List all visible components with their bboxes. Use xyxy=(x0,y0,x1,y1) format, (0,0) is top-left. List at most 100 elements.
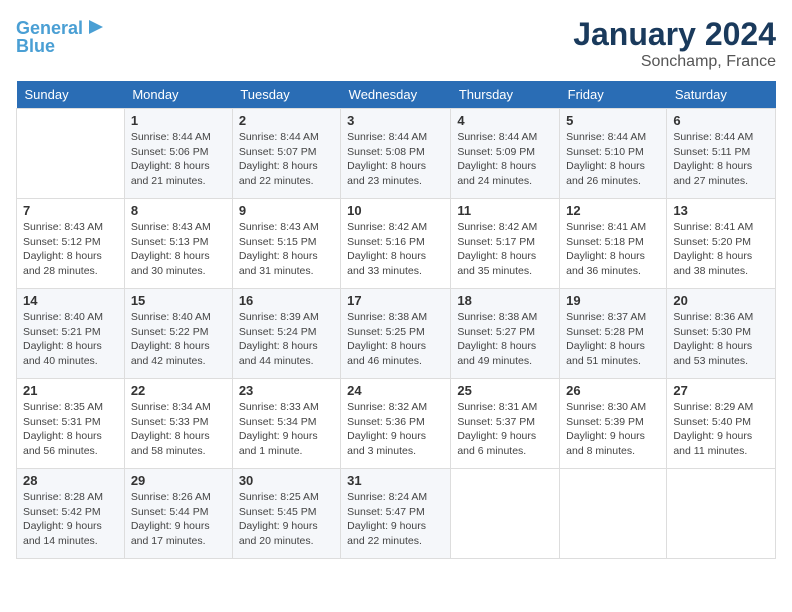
calendar-cell: 10 Sunrise: 8:42 AMSunset: 5:16 PMDayligh… xyxy=(341,199,451,289)
day-number: 31 xyxy=(347,473,444,488)
day-number: 7 xyxy=(23,203,118,218)
calendar-cell: 15 Sunrise: 8:40 AMSunset: 5:22 PMDayligh… xyxy=(124,289,232,379)
day-info: Sunrise: 8:44 AMSunset: 5:07 PMDaylight:… xyxy=(239,130,334,189)
column-header-tuesday: Tuesday xyxy=(232,81,340,109)
calendar-cell: 21 Sunrise: 8:35 AMSunset: 5:31 PMDayligh… xyxy=(17,379,125,469)
calendar-cell: 7Sunrise: 8:43 AMSunset: 5:12 PMDaylight… xyxy=(17,199,125,289)
day-number: 4 xyxy=(457,113,553,128)
logo: General Blue xyxy=(16,16,105,57)
calendar-cell xyxy=(451,469,560,559)
column-header-friday: Friday xyxy=(560,81,667,109)
calendar-cell: 14 Sunrise: 8:40 AMSunset: 5:21 PMDayligh… xyxy=(17,289,125,379)
calendar-cell xyxy=(17,109,125,199)
calendar-cell: 27Sunrise: 8:29 AMSunset: 5:40 PMDayligh… xyxy=(667,379,776,469)
day-info: Sunrise: 8:39 AMSunset: 5:24 PMDaylight:… xyxy=(239,310,334,369)
calendar-cell: 28 Sunrise: 8:28 AMSunset: 5:42 PMDayligh… xyxy=(17,469,125,559)
day-number: 29 xyxy=(131,473,226,488)
title-block: January 2024 Sonchamp, France xyxy=(573,16,776,71)
day-number: 13 xyxy=(673,203,769,218)
calendar-cell: 5Sunrise: 8:44 AMSunset: 5:10 PMDaylight… xyxy=(560,109,667,199)
day-info: Sunrise: 8:34 AMSunset: 5:33 PMDaylight:… xyxy=(131,400,226,459)
day-info: Sunrise: 8:44 AMSunset: 5:09 PMDaylight:… xyxy=(457,130,553,189)
calendar-cell: 2 Sunrise: 8:44 AMSunset: 5:07 PMDaylight… xyxy=(232,109,340,199)
day-info: Sunrise: 8:24 AMSunset: 5:47 PMDaylight:… xyxy=(347,490,444,549)
calendar-cell: 3Sunrise: 8:44 AMSunset: 5:08 PMDaylight… xyxy=(341,109,451,199)
column-header-thursday: Thursday xyxy=(451,81,560,109)
calendar-week-row: 14 Sunrise: 8:40 AMSunset: 5:21 PMDayligh… xyxy=(17,289,776,379)
calendar-cell: 25Sunrise: 8:31 AMSunset: 5:37 PMDayligh… xyxy=(451,379,560,469)
day-number: 30 xyxy=(239,473,334,488)
day-info: Sunrise: 8:33 AMSunset: 5:34 PMDaylight:… xyxy=(239,400,334,459)
calendar-cell: 17 Sunrise: 8:38 AMSunset: 5:25 PMDayligh… xyxy=(341,289,451,379)
day-info: Sunrise: 8:42 AMSunset: 5:16 PMDaylight:… xyxy=(347,220,444,279)
day-number: 16 xyxy=(239,293,334,308)
day-info: Sunrise: 8:37 AMSunset: 5:28 PMDaylight:… xyxy=(566,310,660,369)
day-number: 19 xyxy=(566,293,660,308)
day-number: 9 xyxy=(239,203,334,218)
calendar-cell: 19 Sunrise: 8:37 AMSunset: 5:28 PMDayligh… xyxy=(560,289,667,379)
calendar-cell: 8Sunrise: 8:43 AMSunset: 5:13 PMDaylight… xyxy=(124,199,232,289)
day-info: Sunrise: 8:32 AMSunset: 5:36 PMDaylight:… xyxy=(347,400,444,459)
calendar-week-row: 21 Sunrise: 8:35 AMSunset: 5:31 PMDayligh… xyxy=(17,379,776,469)
day-info: Sunrise: 8:30 AMSunset: 5:39 PMDaylight:… xyxy=(566,400,660,459)
calendar-cell: 13 Sunrise: 8:41 AMSunset: 5:20 PMDayligh… xyxy=(667,199,776,289)
calendar-cell: 24 Sunrise: 8:32 AMSunset: 5:36 PMDayligh… xyxy=(341,379,451,469)
calendar-cell: 16 Sunrise: 8:39 AMSunset: 5:24 PMDayligh… xyxy=(232,289,340,379)
day-info: Sunrise: 8:44 AMSunset: 5:06 PMDaylight:… xyxy=(131,130,226,189)
day-info: Sunrise: 8:28 AMSunset: 5:42 PMDaylight:… xyxy=(23,490,118,549)
day-info: Sunrise: 8:42 AMSunset: 5:17 PMDaylight:… xyxy=(457,220,553,279)
day-number: 22 xyxy=(131,383,226,398)
calendar-header-row: SundayMondayTuesdayWednesdayThursdayFrid… xyxy=(17,81,776,109)
day-info: Sunrise: 8:38 AMSunset: 5:27 PMDaylight:… xyxy=(457,310,553,369)
month-title: January 2024 xyxy=(573,16,776,53)
day-info: Sunrise: 8:25 AMSunset: 5:45 PMDaylight:… xyxy=(239,490,334,549)
calendar-cell: 1 Sunrise: 8:44 AMSunset: 5:06 PMDaylight… xyxy=(124,109,232,199)
day-number: 6 xyxy=(673,113,769,128)
calendar-cell: 22 Sunrise: 8:34 AMSunset: 5:33 PMDayligh… xyxy=(124,379,232,469)
day-number: 26 xyxy=(566,383,660,398)
day-info: Sunrise: 8:40 AMSunset: 5:22 PMDaylight:… xyxy=(131,310,226,369)
column-header-wednesday: Wednesday xyxy=(341,81,451,109)
calendar-cell: 4 Sunrise: 8:44 AMSunset: 5:09 PMDaylight… xyxy=(451,109,560,199)
calendar-cell: 31 Sunrise: 8:24 AMSunset: 5:47 PMDayligh… xyxy=(341,469,451,559)
day-info: Sunrise: 8:29 AMSunset: 5:40 PMDaylight:… xyxy=(673,400,769,459)
day-number: 15 xyxy=(131,293,226,308)
day-info: Sunrise: 8:43 AMSunset: 5:15 PMDaylight:… xyxy=(239,220,334,279)
day-number: 10 xyxy=(347,203,444,218)
day-number: 14 xyxy=(23,293,118,308)
calendar-cell: 30 Sunrise: 8:25 AMSunset: 5:45 PMDayligh… xyxy=(232,469,340,559)
day-number: 17 xyxy=(347,293,444,308)
day-info: Sunrise: 8:40 AMSunset: 5:21 PMDaylight:… xyxy=(23,310,118,369)
column-header-saturday: Saturday xyxy=(667,81,776,109)
day-number: 2 xyxy=(239,113,334,128)
day-number: 24 xyxy=(347,383,444,398)
calendar-week-row: 1 Sunrise: 8:44 AMSunset: 5:06 PMDaylight… xyxy=(17,109,776,199)
calendar-cell: 12Sunrise: 8:41 AMSunset: 5:18 PMDayligh… xyxy=(560,199,667,289)
calendar-cell: 29 Sunrise: 8:26 AMSunset: 5:44 PMDayligh… xyxy=(124,469,232,559)
location: Sonchamp, France xyxy=(573,53,776,71)
logo-arrow-icon xyxy=(87,18,105,36)
column-header-sunday: Sunday xyxy=(17,81,125,109)
page-header: General Blue January 2024 Sonchamp, Fran… xyxy=(16,16,776,71)
day-number: 25 xyxy=(457,383,553,398)
day-info: Sunrise: 8:38 AMSunset: 5:25 PMDaylight:… xyxy=(347,310,444,369)
calendar-cell: 9 Sunrise: 8:43 AMSunset: 5:15 PMDaylight… xyxy=(232,199,340,289)
day-info: Sunrise: 8:35 AMSunset: 5:31 PMDaylight:… xyxy=(23,400,118,459)
day-number: 28 xyxy=(23,473,118,488)
day-info: Sunrise: 8:44 AMSunset: 5:11 PMDaylight:… xyxy=(673,130,769,189)
day-number: 1 xyxy=(131,113,226,128)
calendar-cell: 11 Sunrise: 8:42 AMSunset: 5:17 PMDayligh… xyxy=(451,199,560,289)
day-number: 20 xyxy=(673,293,769,308)
day-number: 21 xyxy=(23,383,118,398)
day-number: 23 xyxy=(239,383,334,398)
calendar-cell xyxy=(560,469,667,559)
calendar-cell: 20Sunrise: 8:36 AMSunset: 5:30 PMDayligh… xyxy=(667,289,776,379)
day-number: 11 xyxy=(457,203,553,218)
calendar-week-row: 28 Sunrise: 8:28 AMSunset: 5:42 PMDayligh… xyxy=(17,469,776,559)
calendar-cell: 18 Sunrise: 8:38 AMSunset: 5:27 PMDayligh… xyxy=(451,289,560,379)
day-info: Sunrise: 8:41 AMSunset: 5:20 PMDaylight:… xyxy=(673,220,769,279)
day-info: Sunrise: 8:44 AMSunset: 5:10 PMDaylight:… xyxy=(566,130,660,189)
day-info: Sunrise: 8:26 AMSunset: 5:44 PMDaylight:… xyxy=(131,490,226,549)
day-info: Sunrise: 8:41 AMSunset: 5:18 PMDaylight:… xyxy=(566,220,660,279)
day-number: 18 xyxy=(457,293,553,308)
